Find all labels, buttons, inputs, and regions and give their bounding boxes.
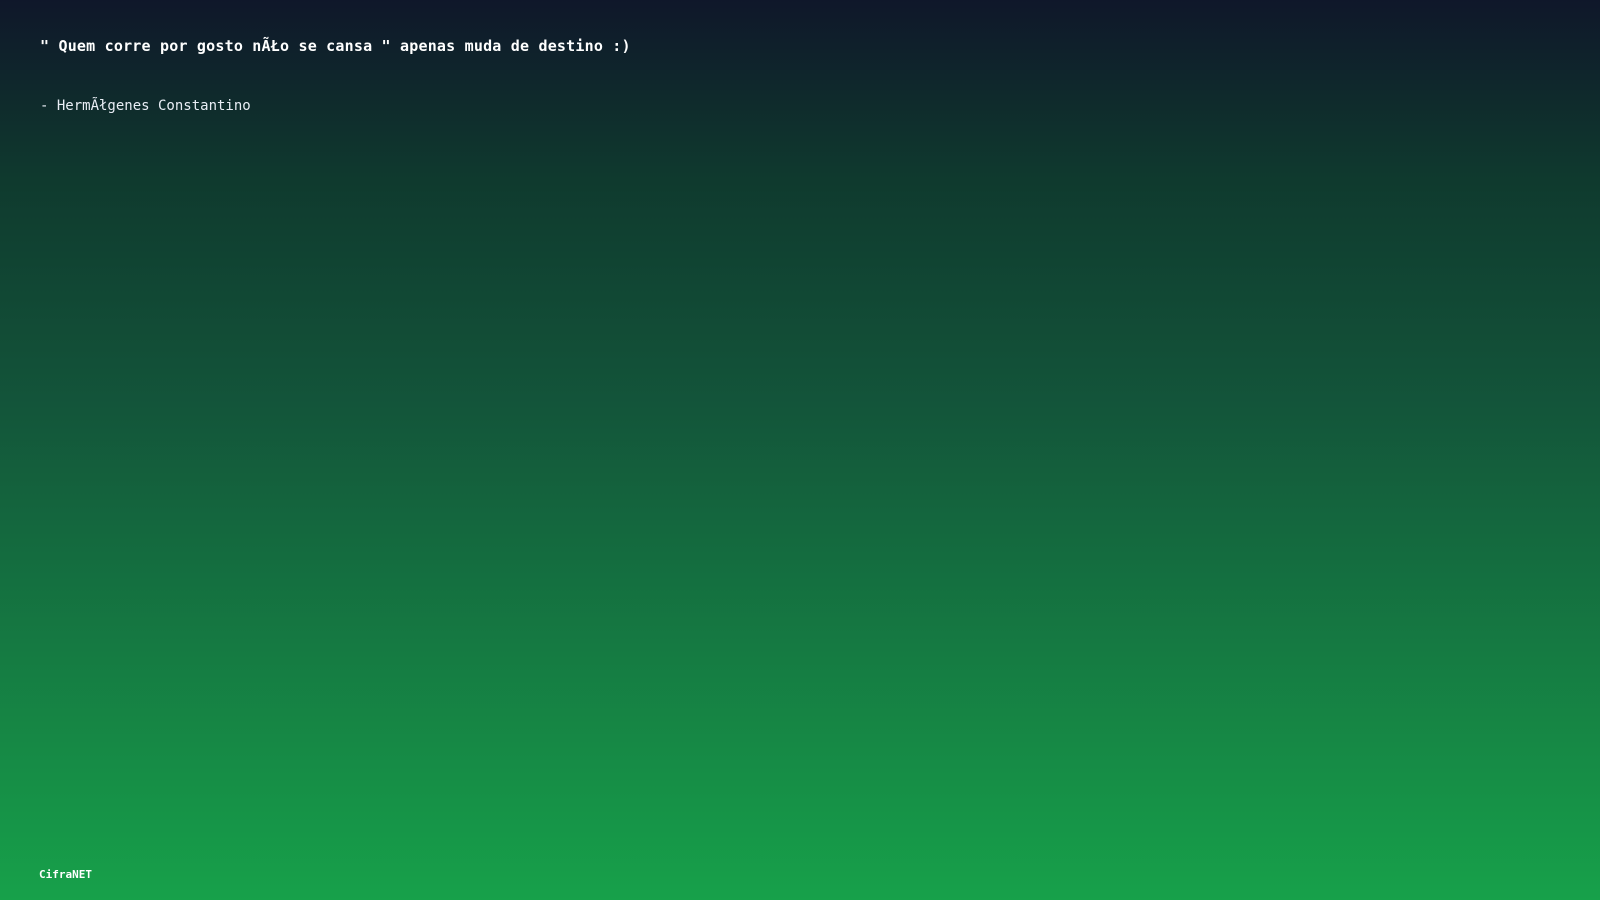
brand-label: CifraNET [39, 868, 92, 881]
quote-text: " Quem corre por gosto nÃŁo se cansa " a… [40, 37, 631, 55]
quote-author: - HermÃłgenes Constantino [40, 98, 251, 114]
quote-screen: " Quem corre por gosto nÃŁo se cansa " a… [0, 0, 1600, 900]
